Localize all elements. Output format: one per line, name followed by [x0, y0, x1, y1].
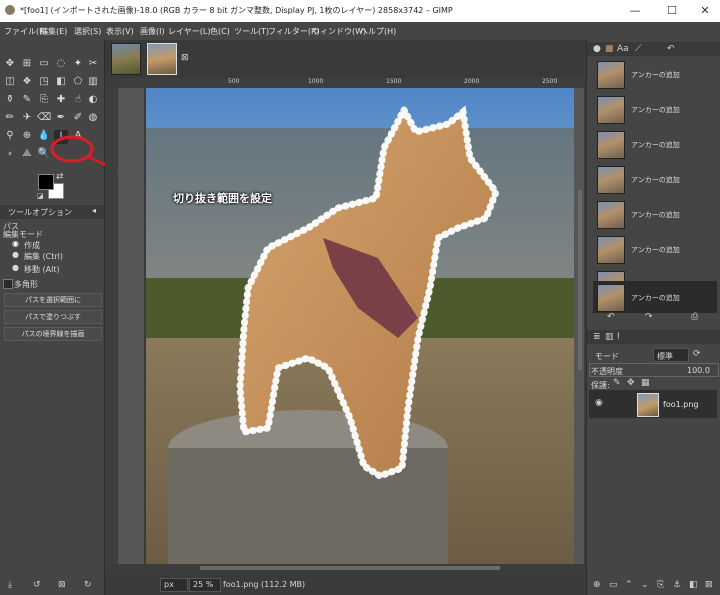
layer-row[interactable]: ◉ foo1.png [589, 390, 717, 418]
mode-create-label: 作成 [24, 241, 40, 250]
history-thumb [597, 131, 625, 159]
paths-tab-icon[interactable]: ⵑ [617, 332, 620, 342]
lock-position-icon[interactable]: ✥ [627, 378, 635, 388]
minimize-button[interactable]: — [620, 3, 650, 19]
channels-tab-icon[interactable]: ▥ [605, 332, 614, 342]
canvas-scrollbar-v[interactable] [578, 190, 582, 370]
history-label: アンカーの追加 [631, 294, 680, 302]
history-row[interactable]: アンカーの追加 [593, 128, 717, 160]
annotation-label: 切り抜き範囲を設定 [173, 192, 272, 205]
zoom-value: 25 % [193, 580, 214, 589]
path-to-selection-button[interactable]: パスを選択範囲に [4, 293, 102, 307]
lock-alpha-icon[interactable]: ▦ [641, 378, 650, 388]
history-row-selected[interactable]: アンカーの追加 [593, 281, 717, 313]
mask-icon[interactable]: ◧ [689, 580, 698, 590]
redo-icon[interactable]: ↷ [645, 312, 653, 322]
fill-path-button[interactable]: パスで塗りつぶす [4, 310, 102, 324]
dock-tab-strip: ● ■ Aa ⟋ ↶ [587, 42, 720, 56]
duplicate-layer-icon[interactable]: ⎘ [657, 580, 664, 590]
image-tabs: ⊠ [105, 40, 585, 78]
menu-windows[interactable]: ウィンドウ(W) [312, 26, 366, 37]
visibility-eye-icon[interactable]: ◉ [595, 398, 603, 408]
mode-reset-icon[interactable]: ⟳ [693, 349, 701, 359]
save-tool-preset-icon[interactable]: ⤓ [8, 580, 12, 590]
reset-tool-options-icon[interactable]: ↻ [84, 580, 92, 590]
image-tab-2[interactable] [147, 43, 177, 75]
paint-dynamics-tab-icon[interactable]: ⟋ [635, 44, 641, 54]
opacity-value: 100.0 [687, 366, 710, 375]
mode-edit-label: 編集 (Ctrl) [24, 252, 64, 261]
ruler-mark-2000: 2000 [464, 78, 480, 85]
history-row[interactable]: アンカーの追加 [593, 93, 717, 125]
fonts-tab-icon[interactable]: Aa [617, 44, 629, 54]
unit-value: px [164, 580, 174, 589]
history-thumb [597, 201, 625, 229]
brushes-tab-icon[interactable]: ● [593, 44, 601, 54]
ruler-mark-2500: 2500 [542, 78, 558, 85]
clear-history-icon[interactable]: ⎙ [691, 312, 698, 322]
menu-help[interactable]: ヘルプ(H) [360, 26, 396, 37]
delete-tool-preset-icon[interactable]: ⊠ [58, 580, 66, 590]
anchor-layer-icon[interactable]: ⚓ [673, 580, 681, 590]
radio-create[interactable]: ◉ [12, 239, 19, 248]
mode-value: 標準 [657, 352, 673, 361]
history-label: アンカーの追加 [631, 106, 680, 114]
ruler-mark-500: 500 [228, 78, 240, 85]
file-info: foo1.png (112.2 MB) [223, 580, 306, 589]
maximize-button[interactable]: ☐ [657, 3, 687, 19]
close-button[interactable]: ✕ [690, 3, 720, 19]
history-row[interactable]: アンカーの追加 [593, 58, 717, 90]
status-bar: px 25 % foo1.png (112.2 MB) [105, 575, 585, 595]
right-dock: ● ■ Aa ⟋ ↶ アンカーの追加 アンカーの追加 アンカーの追加 アンカーの… [586, 40, 720, 595]
layers-tab-icon[interactable]: ≣ [593, 332, 601, 342]
history-row[interactable]: アンカーの追加 [593, 233, 717, 265]
undo-icon[interactable]: ↶ [607, 312, 615, 322]
history-tab-icon[interactable]: ↶ [667, 44, 675, 54]
polygonal-checkbox[interactable] [3, 279, 13, 289]
history-thumb [597, 284, 625, 312]
canvas-scrollbar-h[interactable] [200, 566, 500, 570]
history-thumb [597, 61, 625, 89]
history-label: アンカーの追加 [631, 141, 680, 149]
layer-thumb [637, 393, 659, 417]
stroke-path-button[interactable]: パスの境界線を描画 [4, 327, 102, 341]
history-label: アンカーの追加 [631, 211, 680, 219]
close-tab-icon[interactable]: ⊠ [181, 53, 189, 63]
radio-edit[interactable]: ● [12, 250, 19, 259]
photo [144, 88, 574, 564]
restore-tool-preset-icon[interactable]: ↺ [33, 580, 41, 590]
history-label: アンカーの追加 [631, 71, 680, 79]
edit-mode-label: 編集モード [3, 230, 43, 239]
layers-tab-strip: ≣ ▥ ⵑ [587, 330, 720, 344]
image-tab-1[interactable] [111, 43, 141, 75]
history-label: アンカーの追加 [631, 176, 680, 184]
layer-group-icon[interactable]: ▭ [609, 580, 618, 590]
layer-name: foo1.png [663, 400, 699, 409]
polygonal-label: 多角形 [14, 280, 38, 289]
ruler-mark-1500: 1500 [386, 78, 402, 85]
history-thumb [597, 236, 625, 264]
lower-layer-icon[interactable]: ⌄ [641, 580, 649, 590]
raise-layer-icon[interactable]: ⌃ [625, 580, 633, 590]
mode-label: モード [595, 352, 619, 361]
annotation-circle [50, 135, 94, 163]
radio-move[interactable]: ● [12, 263, 19, 272]
history-thumb [597, 166, 625, 194]
history-thumb [597, 96, 625, 124]
history-row[interactable]: アンカーの追加 [593, 163, 717, 195]
history-row[interactable]: アンカーの追加 [593, 198, 717, 230]
mode-move-label: 移動 (Alt) [24, 265, 60, 274]
new-layer-icon[interactable]: ⊕ [593, 580, 601, 590]
delete-layer-icon[interactable]: ⊠ [705, 580, 713, 590]
stump-side [168, 448, 448, 564]
ruler-vertical [105, 88, 117, 564]
ruler-mark-1000: 1000 [308, 78, 324, 85]
lock-pixels-icon[interactable]: ✎ [613, 378, 621, 388]
image-canvas[interactable] [118, 88, 584, 564]
history-label: アンカーの追加 [631, 246, 680, 254]
patterns-tab-icon[interactable]: ■ [605, 44, 614, 54]
